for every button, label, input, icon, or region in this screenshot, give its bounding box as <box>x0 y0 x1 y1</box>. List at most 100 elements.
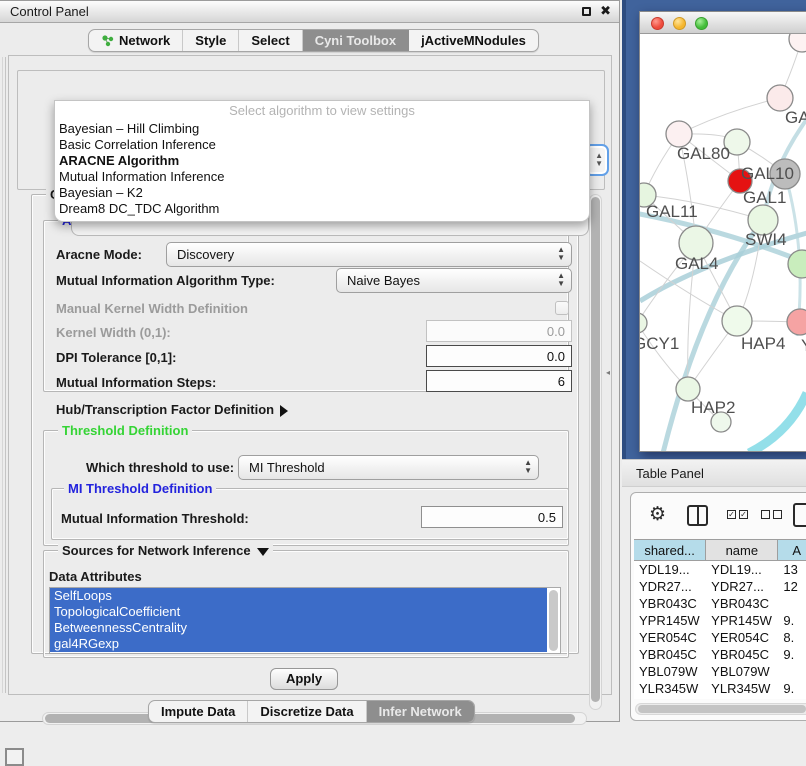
table-cell[interactable]: YBL079W <box>634 663 706 680</box>
tab-cyni-toolbox[interactable]: Cyni Toolbox <box>303 30 409 51</box>
float-window-icon[interactable] <box>582 7 591 16</box>
which-threshold-select[interactable]: MI Threshold ▲▼ <box>238 455 539 480</box>
hub-definition-toggle[interactable]: Hub/Transcription Factor Definition <box>56 402 288 417</box>
minimized-panel-icon[interactable] <box>5 748 24 766</box>
settings-vertical-scrollbar[interactable] <box>589 194 602 710</box>
tab-select[interactable]: Select <box>239 30 302 51</box>
select-all-columns-icon[interactable]: ✓✓ <box>727 510 748 519</box>
tab-network[interactable]: Network <box>89 30 183 51</box>
control-panel-title: Control Panel <box>10 4 89 19</box>
mi-algorithm-type-select[interactable]: Naive Bayes ▲▼ <box>336 268 572 293</box>
zoom-traffic-light-icon[interactable] <box>695 17 708 30</box>
apply-button[interactable]: Apply <box>270 668 338 690</box>
table-cell[interactable]: YLR345W <box>634 680 706 697</box>
unselect-all-columns-icon[interactable] <box>761 510 782 519</box>
dpi-tolerance-field[interactable]: 0.0 <box>426 345 572 367</box>
node-label: HAP4 <box>741 334 785 353</box>
table-row[interactable]: YDR27...YDR27...12 <box>634 578 806 595</box>
table-cell[interactable]: YLR345W <box>706 680 778 697</box>
table-cell[interactable]: 8. <box>778 629 806 646</box>
bottom-tab-impute-data[interactable]: Impute Data <box>149 701 248 722</box>
algorithm-option[interactable]: ARACNE Algorithm <box>55 153 589 169</box>
table-row[interactable]: YDL19...YDL19...13 <box>634 561 806 578</box>
table-row[interactable]: YPR145WYPR145W9. <box>634 612 806 629</box>
kernel-width-label: Kernel Width (0,1): <box>56 325 171 340</box>
table-row[interactable]: YBL079WYBL079W <box>634 663 806 680</box>
network-node[interactable] <box>789 34 806 52</box>
data-attribute-item[interactable]: BetweennessCentrality <box>50 620 547 636</box>
table-cell[interactable]: 9. <box>778 697 806 699</box>
table-cell[interactable]: 9. <box>778 612 806 629</box>
splitter-handle[interactable]: ◂ <box>606 369 611 376</box>
scrollbar-thumb[interactable] <box>591 197 600 702</box>
table-cell[interactable]: YDR27... <box>634 578 706 595</box>
split-columns-icon[interactable] <box>687 505 708 526</box>
table-cell[interactable]: YDL19... <box>706 561 778 578</box>
table-cell[interactable] <box>778 595 806 612</box>
data-attribute-item[interactable]: gal4RGexp <box>50 636 547 652</box>
bottom-tab-discretize-data[interactable]: Discretize Data <box>248 701 366 722</box>
algorithm-option[interactable]: Mutual Information Inference <box>55 169 589 185</box>
table-row[interactable]: YBR045CYBR045C9. <box>634 646 806 663</box>
close-traffic-light-icon[interactable] <box>651 17 664 30</box>
column-header-name[interactable]: name <box>706 540 778 560</box>
mi-threshold-label: Mutual Information Threshold: <box>61 511 249 526</box>
table-cell[interactable]: YBL079W <box>706 663 778 680</box>
node-label: GAL4 <box>675 254 718 273</box>
tab-jactivemnodules[interactable]: jActiveMNodules <box>409 30 538 51</box>
table-cell[interactable]: 9. <box>778 680 806 697</box>
dpi-tolerance-label: DPI Tolerance [0,1]: <box>56 350 176 365</box>
table-mode-icon[interactable] <box>793 503 806 527</box>
table-cell[interactable]: YBR045C <box>706 646 778 663</box>
sources-legend[interactable]: Sources for Network Inference <box>58 543 273 558</box>
table-row[interactable]: YLR345WYLR345W9. <box>634 680 806 697</box>
column-header-shared[interactable]: shared... <box>634 540 706 560</box>
table-cell[interactable]: YDL19... <box>634 561 706 578</box>
algorithm-options: Bayesian – Hill ClimbingBasic Correlatio… <box>55 121 589 217</box>
table-cell[interactable]: 12 <box>778 578 806 595</box>
table-cell[interactable]: YBR045C <box>634 646 706 663</box>
network-node[interactable] <box>787 309 806 335</box>
table-cell[interactable]: 13 <box>778 561 806 578</box>
mi-threshold-field[interactable]: 0.5 <box>421 506 563 528</box>
table-cell[interactable] <box>778 663 806 680</box>
algorithm-option[interactable]: Bayesian – K2 <box>55 185 589 201</box>
scrollbar-thumb[interactable] <box>638 705 806 713</box>
mi-steps-field[interactable]: 6 <box>426 370 572 392</box>
table-row[interactable]: YBR043CYBR043C <box>634 595 806 612</box>
sources-title: Sources for Network Inference <box>62 543 251 558</box>
table-cell[interactable]: YER054C <box>634 629 706 646</box>
network-canvas[interactable]: GALGAL80GAL10GAL1GAL11SWI4GAL4GCY1HAP4YH… <box>640 34 806 451</box>
table-cell[interactable]: YER054C <box>706 629 778 646</box>
table-cell[interactable]: YBR043C <box>634 595 706 612</box>
table-horizontal-scrollbar[interactable] <box>635 703 806 715</box>
network-node[interactable] <box>640 313 647 333</box>
gear-icon[interactable]: ⚙ <box>649 505 666 525</box>
mi-threshold-legend: MI Threshold Definition <box>64 481 216 496</box>
data-attribute-item[interactable]: SelfLoops <box>50 588 547 604</box>
data-attribute-item[interactable]: TopologicalCoefficient <box>50 604 547 620</box>
network-node[interactable] <box>722 306 752 336</box>
algorithm-option[interactable]: Bayesian – Hill Climbing <box>55 121 589 137</box>
tab-style[interactable]: Style <box>183 30 239 51</box>
table-cell[interactable]: YPR145W <box>706 612 778 629</box>
table-cell[interactable]: YLL052C <box>634 697 706 699</box>
table-cell[interactable]: YLL052C <box>706 697 778 699</box>
bottom-tab-infer-network[interactable]: Infer Network <box>367 701 474 722</box>
algorithm-option[interactable]: Dream8 DC_TDC Algorithm <box>55 201 589 217</box>
aracne-mode-select[interactable]: Discovery ▲▼ <box>166 242 572 267</box>
minimize-traffic-light-icon[interactable] <box>673 17 686 30</box>
column-header-a[interactable]: A <box>778 540 806 560</box>
algorithm-option[interactable]: Basic Correlation Inference <box>55 137 589 153</box>
data-attributes-list[interactable]: SelfLoopsTopologicalCoefficientBetweenne… <box>49 587 561 654</box>
table-cell[interactable]: 9. <box>778 646 806 663</box>
table-row[interactable]: YLL052CYLL052C9. <box>634 697 806 699</box>
aracne-mode-label: Aracne Mode: <box>56 247 142 262</box>
table-cell[interactable]: YBR043C <box>706 595 778 612</box>
table-row[interactable]: YER054CYER054C8. <box>634 629 806 646</box>
table-cell[interactable]: YDR27... <box>706 578 778 595</box>
network-window-titlebar[interactable] <box>640 12 806 34</box>
table-cell[interactable]: YPR145W <box>634 612 706 629</box>
close-window-icon[interactable]: ✖ <box>600 3 611 19</box>
list-scrollbar[interactable] <box>549 590 558 651</box>
